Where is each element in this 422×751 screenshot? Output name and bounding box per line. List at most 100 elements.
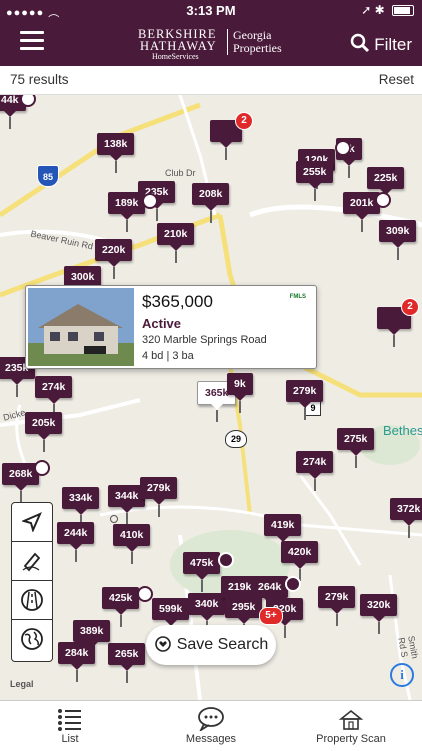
price-pin[interactable]: 265k: [108, 643, 146, 683]
open-house-marker: [285, 576, 301, 592]
tab-list-label: List: [61, 733, 79, 745]
price-pin[interactable]: 220k: [95, 239, 133, 279]
pin-label: 189k: [115, 197, 139, 209]
tab-property-scan[interactable]: Property Scan: [301, 701, 401, 751]
pin-label: 138k: [104, 138, 128, 150]
pin-label: 425k: [109, 592, 133, 604]
open-house-marker: [34, 460, 50, 476]
listing-beds-baths: 4 bd | 3 ba: [142, 350, 194, 362]
pin-label: 201k: [350, 197, 374, 209]
save-search-label: Save Search: [176, 636, 269, 653]
price-pin[interactable]: 425k: [102, 587, 140, 627]
heart-pin-icon: [154, 636, 171, 652]
price-pin[interactable]: 264k: [251, 576, 289, 616]
pencil-icon: [22, 552, 41, 572]
pin-label: 300k: [71, 271, 95, 283]
pin-label: 205k: [32, 417, 56, 429]
price-pin[interactable]: 279k: [140, 477, 178, 517]
pin-label: 274k: [42, 381, 66, 393]
price-pin[interactable]: 320k: [360, 594, 398, 634]
price-pin[interactable]: 274k: [35, 376, 73, 416]
pin-label: 372k: [397, 503, 421, 515]
open-house-marker: [142, 193, 158, 209]
listing-price: $365,000: [142, 292, 213, 311]
price-pin[interactable]: 205k: [25, 412, 63, 452]
price-pin[interactable]: 210k: [157, 223, 195, 263]
open-house-marker: [375, 192, 391, 208]
pin-label: 9k: [234, 378, 246, 390]
pin-label: 279k: [325, 591, 349, 603]
filter-button[interactable]: Filter: [350, 33, 412, 55]
map-type-button[interactable]: [12, 620, 52, 658]
hwy-29-shield: 29: [225, 430, 247, 448]
legal-link[interactable]: Legal: [10, 679, 34, 689]
listing-status: Active: [142, 316, 182, 331]
tab-property-scan-label: Property Scan: [316, 733, 386, 745]
pin-label: 344k: [115, 490, 139, 502]
menu-button[interactable]: [20, 31, 44, 55]
price-pin[interactable]: 372k: [390, 498, 422, 538]
map-tools: [11, 502, 53, 662]
filter-label: Filter: [374, 35, 412, 54]
price-pin[interactable]: 275k: [337, 428, 375, 468]
pin-label: 44k: [1, 95, 19, 106]
pin-label: 284k: [65, 647, 89, 659]
status-time: 3:13 PM: [186, 3, 236, 18]
draw-button[interactable]: [12, 542, 52, 581]
price-pin[interactable]: 475k: [183, 552, 221, 592]
pin-label: 275k: [344, 433, 368, 445]
price-pin[interactable]: 225k: [367, 167, 405, 207]
bottom-tab-bar: List Messages Property Scan: [0, 700, 422, 751]
hwy29-label: 29: [230, 434, 241, 444]
price-pin[interactable]: 9k: [227, 373, 253, 413]
info-button[interactable]: i: [390, 663, 414, 687]
price-pin[interactable]: 138k: [97, 133, 135, 173]
price-pin[interactable]: 419k: [264, 514, 302, 554]
locate-button[interactable]: [12, 503, 52, 542]
price-pin[interactable]: 255k: [296, 161, 334, 201]
price-pin[interactable]: 389k: [73, 620, 111, 660]
reset-button[interactable]: Reset: [379, 72, 414, 87]
pin-label: 268k: [9, 468, 33, 480]
pin-label: 279k: [147, 482, 171, 494]
pin-label: 309k: [386, 225, 410, 237]
open-house-marker: [218, 552, 234, 568]
price-pin[interactable]: 189k: [108, 192, 146, 232]
road-icon: [21, 589, 43, 611]
price-pin[interactable]: 420k: [281, 541, 319, 581]
price-pin[interactable]: 244k: [57, 522, 95, 562]
price-pin[interactable]: 279k: [286, 380, 324, 420]
search-icon: [350, 33, 370, 53]
price-pin[interactable]: 208k: [192, 183, 230, 223]
house-scan-icon: [338, 709, 364, 730]
listing-address: 320 Marble Springs Road: [142, 334, 267, 346]
price-pin[interactable]: 295k: [225, 596, 263, 636]
pin-label: 265k: [115, 648, 139, 660]
tab-messages[interactable]: Messages: [161, 701, 261, 751]
pin-label: 219k: [228, 581, 252, 593]
price-pin[interactable]: 340k: [188, 593, 226, 633]
price-pin[interactable]: 599k: [152, 598, 190, 638]
results-count: 75 results: [10, 72, 69, 87]
listing-preview-card[interactable]: $365,000 Active 320 Marble Springs Road …: [25, 285, 317, 369]
price-pin[interactable]: 309k: [379, 220, 417, 260]
price-pin[interactable]: 284k: [58, 642, 96, 682]
price-pin[interactable]: 279k: [318, 586, 356, 626]
commute-button[interactable]: [12, 581, 52, 620]
pin-label: 410k: [120, 529, 144, 541]
location-arrow-icon: [22, 512, 42, 532]
price-pin[interactable]: 334k: [62, 487, 100, 527]
cluster-count-badge: 2: [235, 112, 253, 130]
open-house-marker: [137, 586, 153, 602]
map-view[interactable]: Club Dr Beaver Ruin Rd Dicke Smith Rd S …: [0, 95, 422, 700]
pin-label: 365k: [205, 387, 229, 399]
pin-label: 599k: [159, 603, 183, 615]
fmls-logo: FMLS: [289, 294, 306, 300]
price-pin[interactable]: 410k: [113, 524, 151, 564]
pin-label: 420k: [288, 546, 312, 558]
status-bar: ●●●●● ︵ 3:13 PM ➚ ✱: [0, 0, 422, 22]
interstate-85-shield: 85: [37, 165, 59, 187]
tab-list[interactable]: List: [20, 701, 120, 751]
price-pin[interactable]: 274k: [296, 451, 334, 491]
save-search-button[interactable]: Save Search: [146, 625, 276, 665]
